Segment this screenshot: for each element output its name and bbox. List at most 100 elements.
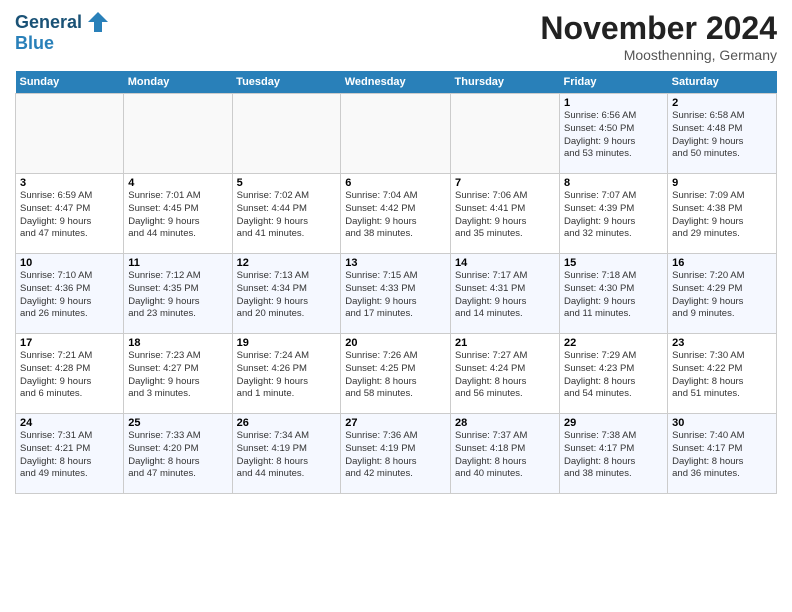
day-number: 9: [672, 177, 772, 189]
calendar-cell: 27Sunrise: 7:36 AM Sunset: 4:19 PM Dayli…: [341, 414, 451, 494]
day-info: Sunrise: 7:40 AM Sunset: 4:17 PM Dayligh…: [672, 430, 772, 481]
day-info: Sunrise: 7:23 AM Sunset: 4:27 PM Dayligh…: [128, 350, 227, 401]
calendar-cell: 7Sunrise: 7:06 AM Sunset: 4:41 PM Daylig…: [451, 174, 560, 254]
title-block: November 2024 Moosthenning, Germany: [540, 10, 777, 63]
calendar-cell: 16Sunrise: 7:20 AM Sunset: 4:29 PM Dayli…: [668, 254, 777, 334]
day-number: 20: [345, 337, 446, 349]
day-info: Sunrise: 7:10 AM Sunset: 4:36 PM Dayligh…: [20, 270, 119, 321]
calendar-cell: 11Sunrise: 7:12 AM Sunset: 4:35 PM Dayli…: [124, 254, 232, 334]
day-info: Sunrise: 7:30 AM Sunset: 4:22 PM Dayligh…: [672, 350, 772, 401]
location: Moosthenning, Germany: [540, 47, 777, 63]
day-info: Sunrise: 7:17 AM Sunset: 4:31 PM Dayligh…: [455, 270, 555, 321]
day-info: Sunrise: 7:20 AM Sunset: 4:29 PM Dayligh…: [672, 270, 772, 321]
day-number: 4: [128, 177, 227, 189]
day-info: Sunrise: 7:33 AM Sunset: 4:20 PM Dayligh…: [128, 430, 227, 481]
day-info: Sunrise: 7:15 AM Sunset: 4:33 PM Dayligh…: [345, 270, 446, 321]
day-info: Sunrise: 6:56 AM Sunset: 4:50 PM Dayligh…: [564, 110, 663, 161]
day-info: Sunrise: 7:12 AM Sunset: 4:35 PM Dayligh…: [128, 270, 227, 321]
day-number: 11: [128, 257, 227, 269]
calendar-cell: 8Sunrise: 7:07 AM Sunset: 4:39 PM Daylig…: [560, 174, 668, 254]
calendar-cell: 4Sunrise: 7:01 AM Sunset: 4:45 PM Daylig…: [124, 174, 232, 254]
day-number: 21: [455, 337, 555, 349]
day-number: 26: [237, 417, 337, 429]
day-info: Sunrise: 7:29 AM Sunset: 4:23 PM Dayligh…: [564, 350, 663, 401]
day-number: 7: [455, 177, 555, 189]
day-number: 16: [672, 257, 772, 269]
day-number: 14: [455, 257, 555, 269]
day-number: 22: [564, 337, 663, 349]
day-number: 10: [20, 257, 119, 269]
calendar-cell: 6Sunrise: 7:04 AM Sunset: 4:42 PM Daylig…: [341, 174, 451, 254]
col-tuesday: Tuesday: [232, 71, 341, 94]
day-number: 8: [564, 177, 663, 189]
day-info: Sunrise: 7:24 AM Sunset: 4:26 PM Dayligh…: [237, 350, 337, 401]
day-number: 5: [237, 177, 337, 189]
calendar-cell: 22Sunrise: 7:29 AM Sunset: 4:23 PM Dayli…: [560, 334, 668, 414]
day-info: Sunrise: 7:07 AM Sunset: 4:39 PM Dayligh…: [564, 190, 663, 241]
day-info: Sunrise: 7:37 AM Sunset: 4:18 PM Dayligh…: [455, 430, 555, 481]
col-saturday: Saturday: [668, 71, 777, 94]
calendar-week-5: 24Sunrise: 7:31 AM Sunset: 4:21 PM Dayli…: [16, 414, 777, 494]
calendar-week-3: 10Sunrise: 7:10 AM Sunset: 4:36 PM Dayli…: [16, 254, 777, 334]
day-info: Sunrise: 7:34 AM Sunset: 4:19 PM Dayligh…: [237, 430, 337, 481]
calendar-cell: 20Sunrise: 7:26 AM Sunset: 4:25 PM Dayli…: [341, 334, 451, 414]
calendar-cell: 30Sunrise: 7:40 AM Sunset: 4:17 PM Dayli…: [668, 414, 777, 494]
day-info: Sunrise: 7:31 AM Sunset: 4:21 PM Dayligh…: [20, 430, 119, 481]
calendar-cell: 10Sunrise: 7:10 AM Sunset: 4:36 PM Dayli…: [16, 254, 124, 334]
col-wednesday: Wednesday: [341, 71, 451, 94]
calendar-cell: 21Sunrise: 7:27 AM Sunset: 4:24 PM Dayli…: [451, 334, 560, 414]
calendar-cell: 1Sunrise: 6:56 AM Sunset: 4:50 PM Daylig…: [560, 94, 668, 174]
month-title: November 2024: [540, 10, 777, 47]
day-info: Sunrise: 6:59 AM Sunset: 4:47 PM Dayligh…: [20, 190, 119, 241]
day-number: 18: [128, 337, 227, 349]
logo-blue: Blue: [15, 34, 112, 54]
day-info: Sunrise: 7:26 AM Sunset: 4:25 PM Dayligh…: [345, 350, 446, 401]
day-info: Sunrise: 7:06 AM Sunset: 4:41 PM Dayligh…: [455, 190, 555, 241]
day-number: 23: [672, 337, 772, 349]
logo-general: General: [15, 13, 82, 33]
col-monday: Monday: [124, 71, 232, 94]
col-thursday: Thursday: [451, 71, 560, 94]
calendar-cell: 19Sunrise: 7:24 AM Sunset: 4:26 PM Dayli…: [232, 334, 341, 414]
day-number: 12: [237, 257, 337, 269]
day-info: Sunrise: 7:18 AM Sunset: 4:30 PM Dayligh…: [564, 270, 663, 321]
calendar-cell: 13Sunrise: 7:15 AM Sunset: 4:33 PM Dayli…: [341, 254, 451, 334]
calendar-week-4: 17Sunrise: 7:21 AM Sunset: 4:28 PM Dayli…: [16, 334, 777, 414]
day-number: 2: [672, 97, 772, 109]
calendar-cell: 23Sunrise: 7:30 AM Sunset: 4:22 PM Dayli…: [668, 334, 777, 414]
day-number: 28: [455, 417, 555, 429]
col-sunday: Sunday: [16, 71, 124, 94]
calendar-header-row: Sunday Monday Tuesday Wednesday Thursday…: [16, 71, 777, 94]
day-number: 13: [345, 257, 446, 269]
calendar-cell: [16, 94, 124, 174]
calendar-cell: 3Sunrise: 6:59 AM Sunset: 4:47 PM Daylig…: [16, 174, 124, 254]
day-number: 29: [564, 417, 663, 429]
day-number: 1: [564, 97, 663, 109]
calendar-cell: [124, 94, 232, 174]
logo: General Blue: [15, 10, 112, 54]
day-info: Sunrise: 7:13 AM Sunset: 4:34 PM Dayligh…: [237, 270, 337, 321]
header: General Blue November 2024 Moosthenning,…: [15, 10, 777, 63]
day-number: 6: [345, 177, 446, 189]
day-number: 24: [20, 417, 119, 429]
calendar-cell: 18Sunrise: 7:23 AM Sunset: 4:27 PM Dayli…: [124, 334, 232, 414]
day-number: 27: [345, 417, 446, 429]
day-number: 17: [20, 337, 119, 349]
calendar-cell: 28Sunrise: 7:37 AM Sunset: 4:18 PM Dayli…: [451, 414, 560, 494]
day-info: Sunrise: 7:01 AM Sunset: 4:45 PM Dayligh…: [128, 190, 227, 241]
calendar-cell: 25Sunrise: 7:33 AM Sunset: 4:20 PM Dayli…: [124, 414, 232, 494]
calendar-cell: 24Sunrise: 7:31 AM Sunset: 4:21 PM Dayli…: [16, 414, 124, 494]
day-info: Sunrise: 7:04 AM Sunset: 4:42 PM Dayligh…: [345, 190, 446, 241]
day-number: 25: [128, 417, 227, 429]
calendar-cell: 17Sunrise: 7:21 AM Sunset: 4:28 PM Dayli…: [16, 334, 124, 414]
calendar-cell: [341, 94, 451, 174]
day-info: Sunrise: 7:36 AM Sunset: 4:19 PM Dayligh…: [345, 430, 446, 481]
calendar-week-2: 3Sunrise: 6:59 AM Sunset: 4:47 PM Daylig…: [16, 174, 777, 254]
day-info: Sunrise: 7:09 AM Sunset: 4:38 PM Dayligh…: [672, 190, 772, 241]
day-info: Sunrise: 7:27 AM Sunset: 4:24 PM Dayligh…: [455, 350, 555, 401]
calendar-week-1: 1Sunrise: 6:56 AM Sunset: 4:50 PM Daylig…: [16, 94, 777, 174]
calendar-cell: [451, 94, 560, 174]
calendar-cell: 2Sunrise: 6:58 AM Sunset: 4:48 PM Daylig…: [668, 94, 777, 174]
col-friday: Friday: [560, 71, 668, 94]
day-number: 15: [564, 257, 663, 269]
